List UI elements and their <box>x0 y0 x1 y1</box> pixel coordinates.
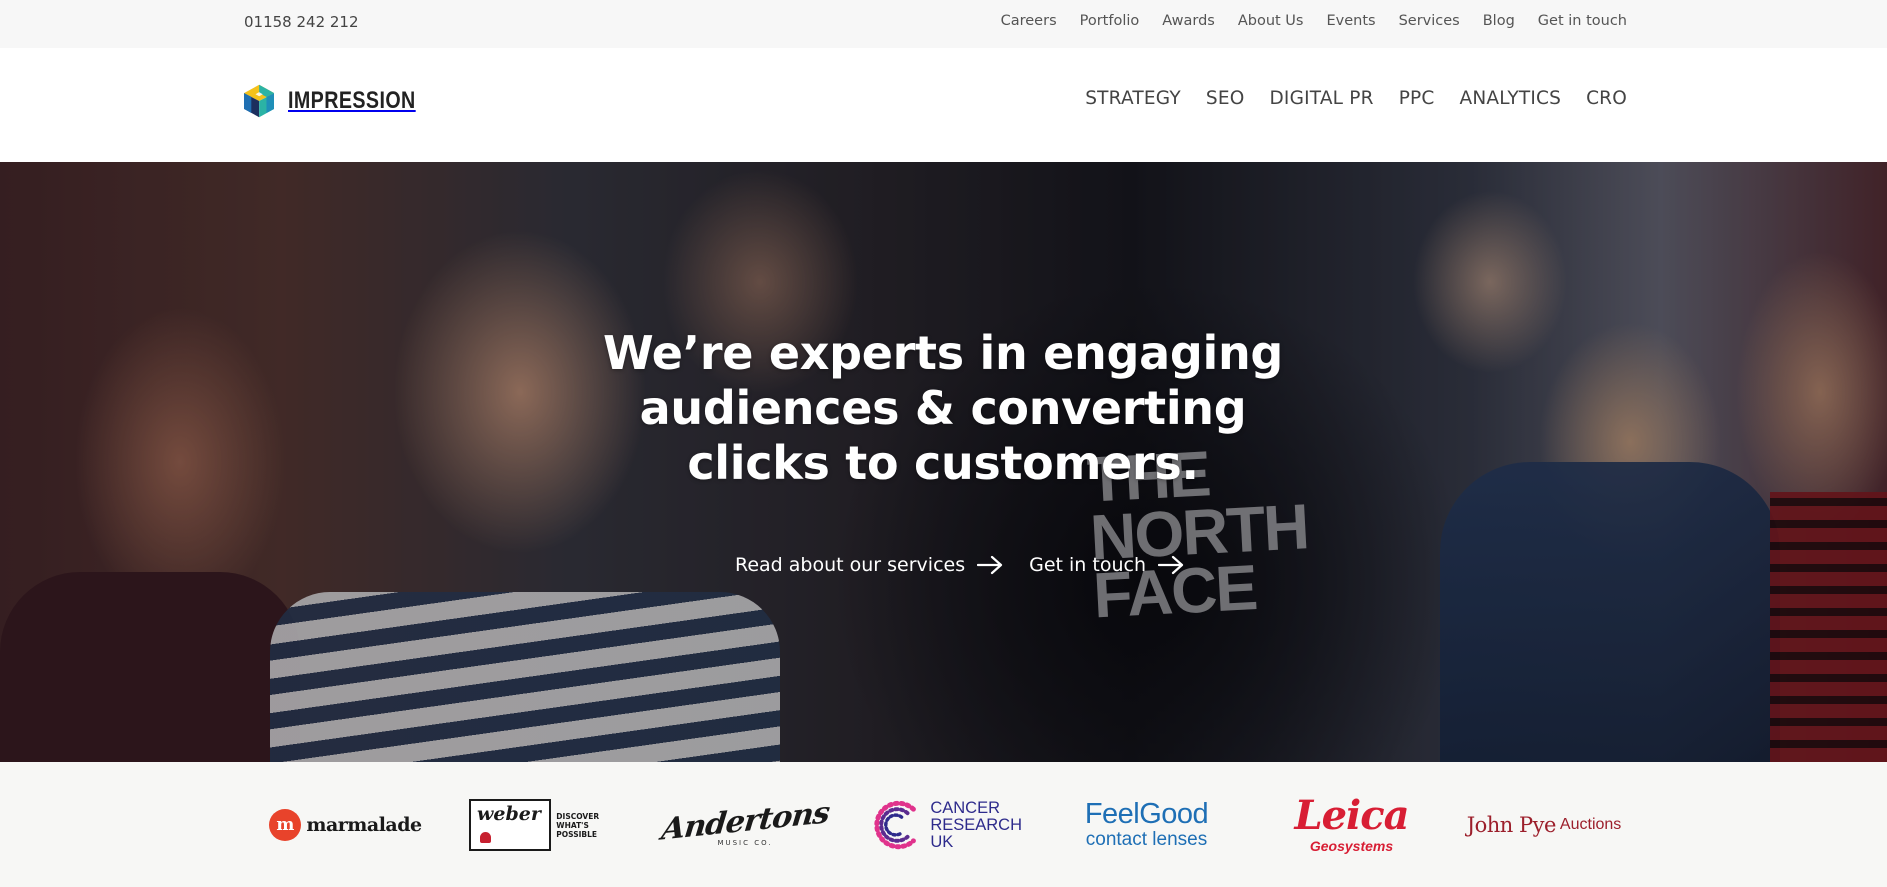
client-logo-feelgood: FeelGood contact lenses <box>1084 797 1209 850</box>
get-in-touch-link[interactable]: Get in touch <box>1029 554 1184 576</box>
util-link-portfolio[interactable]: Portfolio <box>1080 13 1140 29</box>
arrow-right-icon <box>1158 555 1184 575</box>
marmalade-mark-icon: m <box>269 809 302 841</box>
util-link-about-us[interactable]: About Us <box>1238 13 1304 29</box>
nav-cro[interactable]: CRO <box>1586 88 1627 109</box>
util-link-blog[interactable]: Blog <box>1483 13 1515 29</box>
util-link-events[interactable]: Events <box>1326 13 1375 29</box>
phone-number[interactable]: 01158 242 212 <box>244 13 359 31</box>
read-services-link[interactable]: Read about our services <box>735 554 1003 576</box>
read-services-label: Read about our services <box>735 554 966 576</box>
arrow-right-icon <box>977 555 1003 575</box>
nav-seo[interactable]: SEO <box>1206 88 1245 109</box>
client-logos-strip: m marmalade weber DISCOVER WHAT'S POSSIB… <box>0 762 1887 887</box>
nav-analytics[interactable]: ANALYTICS <box>1460 88 1562 109</box>
nav-ppc[interactable]: PPC <box>1399 88 1435 109</box>
hero-cta-row: Read about our services Get in touch <box>735 554 1184 576</box>
nav-digital-pr[interactable]: DIGITAL PR <box>1269 88 1373 109</box>
cruk-dotted-c-icon <box>874 800 916 850</box>
hero-headline: We’re experts in engaging audiences & co… <box>602 326 1284 490</box>
util-link-services[interactable]: Services <box>1399 13 1460 29</box>
logo-wordmark: IMPRESSION <box>288 87 416 114</box>
client-logo-cancer-research-uk: CANCER RESEARCH UK <box>868 786 1022 864</box>
util-link-awards[interactable]: Awards <box>1162 13 1215 29</box>
hero-content: We’re experts in engaging audiences & co… <box>0 162 1887 762</box>
nav-strategy[interactable]: STRATEGY <box>1085 88 1181 109</box>
main-header: IMPRESSION STRATEGY SEO DIGITAL PR PPC A… <box>0 48 1887 162</box>
client-logo-andertons: Andertons MUSIC CO. <box>659 794 831 848</box>
util-link-get-in-touch[interactable]: Get in touch <box>1538 13 1627 29</box>
hero-banner: THE NORTH FACE We’re experts in engaging… <box>0 162 1887 762</box>
client-logo-john-pye-auctions: John Pye Auctions <box>1466 813 1622 837</box>
util-link-careers[interactable]: Careers <box>1001 13 1057 29</box>
utility-nav: Careers Portfolio Awards About Us Events… <box>1001 13 1627 29</box>
client-logo-weber: weber DISCOVER WHAT'S POSSIBLE <box>469 786 621 864</box>
impression-cube-icon <box>244 84 275 118</box>
client-logo-marmalade: m marmalade <box>268 786 423 864</box>
main-nav: STRATEGY SEO DIGITAL PR PPC ANALYTICS CR… <box>1085 88 1627 109</box>
client-logo-leica-geosystems: Leica Geosystems <box>1294 792 1409 855</box>
weber-kettle-icon <box>480 831 491 843</box>
get-in-touch-label: Get in touch <box>1029 554 1146 576</box>
top-utility-bar: 01158 242 212 Careers Portfolio Awards A… <box>0 0 1887 48</box>
site-logo[interactable]: IMPRESSION <box>244 70 444 132</box>
